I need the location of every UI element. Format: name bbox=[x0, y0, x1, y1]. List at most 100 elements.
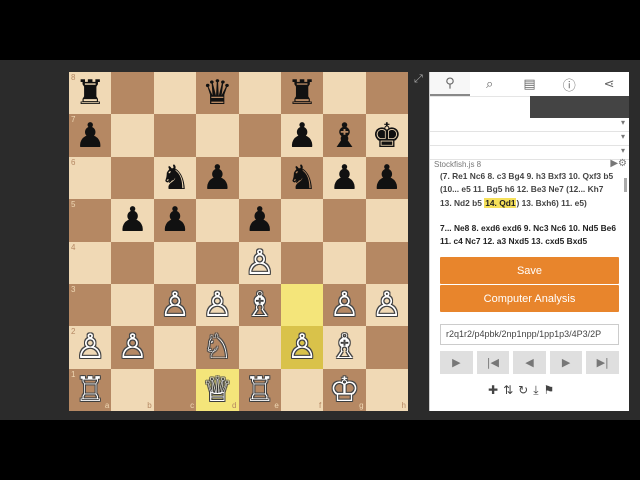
info-tab[interactable]: ⓘ bbox=[549, 72, 589, 96]
next-move-button[interactable]: ▶ bbox=[549, 351, 583, 374]
flip-board-icon[interactable]: ⇅ bbox=[503, 383, 513, 398]
square-e4[interactable]: ♙ bbox=[238, 241, 281, 284]
analysis-tab[interactable]: ⚲ bbox=[430, 72, 470, 96]
chess-board[interactable]: 8 ♜ ♛ ♜ 7 ♟ ♟ ♝ ♚ 6 ♞ ♟ ♞ ♟ ♟ 5 ♟ ♟ ♟ 4 ♙ 3 ♙ ♙ ♗ ♙ ♙ 2 ♙ ♙ ♘ ♙ ♗ 1 a ♖ b c d ♕… bbox=[69, 72, 408, 411]
white-rook-piece[interactable]: ♖ bbox=[75, 373, 105, 407]
black-king-piece[interactable]: ♚ bbox=[372, 119, 402, 153]
white-knight-piece[interactable]: ♘ bbox=[202, 330, 232, 364]
prev-move-button[interactable]: ◀ bbox=[513, 351, 546, 374]
black-queen-piece[interactable]: ♛ bbox=[202, 76, 232, 110]
black-pawn-piece[interactable]: ♟ bbox=[75, 119, 105, 153]
black-pawn-piece[interactable]: ♟ bbox=[202, 161, 232, 195]
square-f3[interactable] bbox=[280, 283, 324, 327]
book-tab[interactable]: ▤ bbox=[510, 72, 550, 96]
square-b1[interactable]: b bbox=[111, 368, 154, 411]
black-bishop-piece[interactable]: ♝ bbox=[329, 119, 359, 153]
square-h2[interactable] bbox=[365, 326, 408, 369]
black-pawn-piece[interactable]: ♟ bbox=[372, 161, 402, 195]
first-move-button[interactable]: |◀ bbox=[476, 351, 510, 374]
white-bishop-piece[interactable]: ♗ bbox=[329, 330, 359, 364]
square-g4[interactable] bbox=[323, 241, 366, 284]
square-e2[interactable] bbox=[238, 326, 281, 369]
square-c2[interactable] bbox=[153, 326, 197, 369]
square-b4[interactable] bbox=[111, 241, 154, 284]
engine-line-2[interactable]: 7... Ne8 8. exd6 exd6 9. Nc3 Nc6 10. Nd5… bbox=[440, 222, 617, 248]
explorer-tab[interactable]: ⌕ bbox=[470, 72, 510, 96]
square-b7[interactable] bbox=[111, 114, 154, 157]
square-d8[interactable]: ♛ bbox=[196, 72, 239, 115]
square-a3[interactable]: 3 bbox=[69, 283, 112, 327]
white-pawn-piece[interactable]: ♙ bbox=[329, 288, 359, 322]
square-c6[interactable]: ♞ bbox=[153, 156, 197, 200]
square-a8[interactable]: 8 ♜ bbox=[69, 72, 112, 115]
share-tab[interactable]: ⋖ bbox=[589, 72, 629, 96]
play-button[interactable]: ▶ bbox=[440, 351, 473, 374]
black-pawn-piece[interactable]: ♟ bbox=[329, 161, 359, 195]
square-c1[interactable]: c bbox=[153, 368, 197, 411]
square-g3[interactable]: ♙ bbox=[323, 283, 366, 327]
reset-icon[interactable]: ↻ bbox=[518, 383, 528, 398]
square-b6[interactable] bbox=[111, 156, 154, 200]
square-e8[interactable] bbox=[238, 72, 281, 115]
square-c3[interactable]: ♙ bbox=[153, 283, 197, 327]
square-g5[interactable] bbox=[323, 199, 366, 242]
fen-input[interactable]: r2q1r2/p4pbk/2np1npp/1pp1p3/4P3/2P bbox=[440, 324, 619, 345]
square-c7[interactable] bbox=[153, 114, 197, 157]
square-g7[interactable]: ♝ bbox=[323, 114, 366, 157]
square-b5[interactable]: ♟ bbox=[111, 199, 154, 242]
square-h4[interactable] bbox=[365, 241, 408, 284]
white-pawn-piece[interactable]: ♙ bbox=[75, 330, 105, 364]
download-icon[interactable]: ⤓ bbox=[533, 383, 538, 398]
white-pawn-piece[interactable]: ♙ bbox=[117, 330, 147, 364]
black-pawn-piece[interactable]: ♟ bbox=[244, 203, 274, 237]
square-h8[interactable] bbox=[365, 72, 408, 115]
square-a5[interactable]: 5 bbox=[69, 199, 112, 242]
square-f6[interactable]: ♞ bbox=[280, 156, 324, 200]
white-pawn-piece[interactable]: ♙ bbox=[372, 288, 402, 322]
white-pawn-piece[interactable]: ♙ bbox=[202, 288, 232, 322]
computer-analysis-button[interactable]: Computer Analysis bbox=[440, 285, 619, 312]
white-pawn-piece[interactable]: ♙ bbox=[160, 288, 190, 322]
black-pawn-piece[interactable]: ♟ bbox=[287, 119, 317, 153]
dropdown-row[interactable]: ▾ bbox=[430, 118, 629, 132]
square-g6[interactable]: ♟ bbox=[323, 156, 366, 200]
save-button[interactable]: Save bbox=[440, 257, 619, 284]
last-move-button[interactable]: ▶| bbox=[586, 351, 619, 374]
black-pawn-piece[interactable]: ♟ bbox=[117, 203, 147, 237]
square-h6[interactable]: ♟ bbox=[365, 156, 408, 200]
square-e7[interactable] bbox=[238, 114, 281, 157]
black-pawn-piece[interactable]: ♟ bbox=[160, 203, 190, 237]
current-move[interactable]: 14. Qd1 bbox=[484, 197, 517, 208]
square-a1[interactable]: 1 a ♖ bbox=[69, 368, 112, 411]
square-h5[interactable] bbox=[365, 199, 408, 242]
black-rook-piece[interactable]: ♜ bbox=[75, 76, 105, 110]
square-h7[interactable]: ♚ bbox=[365, 114, 408, 157]
square-e5[interactable]: ♟ bbox=[238, 199, 281, 242]
black-knight-piece[interactable]: ♞ bbox=[160, 161, 190, 195]
square-b3[interactable] bbox=[111, 283, 154, 327]
square-e3[interactable]: ♗ bbox=[238, 283, 281, 327]
square-d5[interactable] bbox=[196, 199, 239, 242]
square-g8[interactable] bbox=[323, 72, 366, 115]
square-e6[interactable] bbox=[238, 156, 281, 200]
white-bishop-piece[interactable]: ♗ bbox=[244, 288, 274, 322]
square-c8[interactable] bbox=[153, 72, 197, 115]
scrollbar[interactable] bbox=[624, 178, 627, 192]
square-a4[interactable]: 4 bbox=[69, 241, 112, 284]
square-d2[interactable]: ♘ bbox=[196, 326, 239, 369]
square-e1[interactable]: e ♖ bbox=[238, 368, 281, 411]
square-c4[interactable] bbox=[153, 241, 197, 284]
square-g1[interactable]: g ♔ bbox=[323, 368, 366, 411]
white-rook-piece[interactable]: ♖ bbox=[244, 373, 274, 407]
add-icon[interactable]: ✚ bbox=[488, 383, 498, 398]
square-f5[interactable] bbox=[280, 199, 324, 242]
square-a6[interactable]: 6 bbox=[69, 156, 112, 200]
engine-line-1[interactable]: (7. Re1 Nc6 8. c3 Bg4 9. h3 Bxf3 10. Qxf… bbox=[440, 170, 617, 210]
flag-icon[interactable]: ⚑ bbox=[544, 383, 555, 398]
square-c5[interactable]: ♟ bbox=[153, 199, 197, 242]
square-h3[interactable]: ♙ bbox=[365, 283, 408, 327]
engine-controls-icon[interactable]: ▶⚙ bbox=[610, 158, 627, 169]
square-d1[interactable]: d ♕ bbox=[196, 368, 239, 411]
square-f8[interactable]: ♜ bbox=[280, 72, 324, 115]
square-d4[interactable] bbox=[196, 241, 239, 284]
